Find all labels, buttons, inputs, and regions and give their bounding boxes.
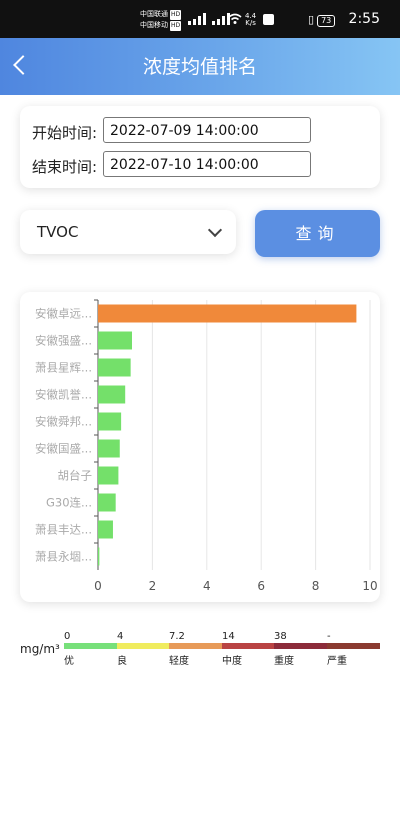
pollutant-select[interactable]: TVOC [20,210,236,254]
vibrate-icon: ▯ [308,13,315,26]
legend-threshold-value: - [327,631,331,642]
start-time-input[interactable]: 2022-07-09 14:00:00 [103,117,311,143]
bar [98,358,131,377]
ranking-bar-chart: 0 2 4 6 8 10 安徽卓远... 安徽强盛... 萧县星辉... 安徽凯誉... 安徽舜邦.… [35,299,378,593]
end-time-input[interactable]: 2022-07-10 14:00:00 [103,151,311,177]
y-tick-label: G30连... [46,496,92,510]
bar [98,304,357,323]
carrier-1: 中国联通 [140,10,168,18]
signal-icon [188,13,206,25]
status-bar: 中国联通 HD 中国移动 HD 4.4 K/s ▯ 73 2:55 [0,0,400,38]
bar [98,331,132,350]
y-tick-label: 安徽凯誉... [35,388,92,402]
battery-icon: 73 [317,15,336,27]
bar [98,439,120,458]
hd-badge-2: HD [170,21,182,31]
bar [98,520,113,539]
legend-color-segment [222,643,274,649]
legend-threshold-value: 4 [117,631,124,642]
y-tick-label: 安徽强盛... [35,334,92,348]
legend-level-name: 良 [117,656,127,667]
query-button[interactable]: 查询 [255,210,380,257]
network-speed: 4.4 K/s [245,13,256,27]
y-tick-label: 安徽舜邦... [35,415,92,429]
bar [98,493,116,512]
page-title: 浓度均值排名 [142,56,257,78]
hd-badge: HD [170,10,182,20]
status-icons: ▯ 73 [308,13,338,27]
y-tick-label: 安徽卓远... [35,307,92,321]
bar [98,412,122,431]
x-tick-label: 2 [149,579,157,593]
legend-level-name: 严重 [327,656,347,667]
concentration-legend: mg/m³ 0 优 4 良 7.2 轻度 14 中度 38 重度 - 严重 [0,628,400,668]
legend-level-name: 优 [64,656,74,667]
app-header: 中国联通 HD 中国移动 HD 4.4 K/s ▯ 73 2:55 浓度均值排名 [0,0,400,95]
start-time-label: 开始时间: [32,124,98,142]
x-tick-label: 4 [203,579,211,593]
legend-threshold-value: 7.2 [169,631,185,642]
y-tick-label: 安徽国盛... [35,442,92,456]
legend-threshold-value: 14 [222,631,235,642]
wifi-icon [228,13,242,24]
ranking-chart-card: 0 2 4 6 8 10 安徽卓远... 安徽强盛... 萧县星辉... 安徽凯誉... 安徽舜邦.… [20,292,380,602]
bar [98,547,100,566]
legend-level-name: 中度 [222,656,242,667]
pollutant-value: TVOC [37,223,79,241]
bar [98,385,126,404]
legend-level-name: 重度 [274,656,294,667]
legend-unit: mg/m³ [20,642,60,656]
y-tick-label: 胡台子 [58,469,93,483]
time-range-card: 开始时间: 2022-07-09 14:00:00 结束时间: 2022-07-… [20,106,380,188]
legend-threshold-value: 0 [64,631,71,642]
carrier-info: 中国联通 HD 中国移动 HD [140,9,182,31]
end-time-label: 结束时间: [32,158,98,176]
network-speed-unit: K/s [245,19,256,27]
legend-color-segment [274,643,327,649]
legend-level-name: 轻度 [169,656,189,667]
x-tick-label: 10 [362,579,377,593]
legend-color-segment [117,643,169,649]
bar [98,466,119,485]
x-tick-label: 0 [94,579,102,593]
chevron-down-icon [207,222,223,238]
y-tick-label: 萧县丰达... [35,523,92,537]
app-notification-icon [263,14,274,25]
legend-color-segment [64,643,117,649]
y-tick-label: 萧县星辉... [35,361,92,375]
x-tick-label: 8 [312,579,320,593]
status-time: 2:55 [348,11,380,27]
legend-color-segment [327,643,380,649]
y-tick-label: 萧县永堌... [35,550,92,564]
legend-threshold-value: 38 [274,631,287,642]
carrier-2: 中国移动 [140,21,168,29]
legend-color-segment [169,643,222,649]
x-tick-label: 6 [257,579,265,593]
